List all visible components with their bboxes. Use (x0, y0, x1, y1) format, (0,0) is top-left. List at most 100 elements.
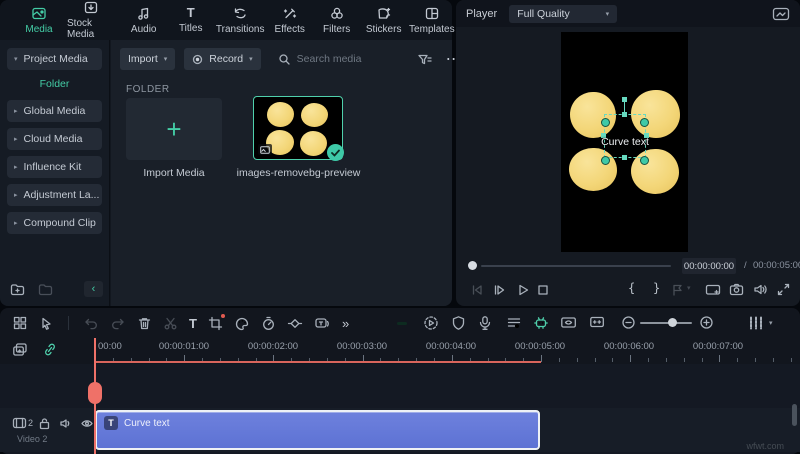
redo-icon[interactable] (110, 316, 126, 331)
more-tools-icon[interactable]: » (342, 316, 349, 331)
import-button[interactable]: Import ▾ (120, 48, 175, 70)
hide-track-icon[interactable] (80, 417, 94, 430)
scrubber-handle[interactable] (468, 261, 477, 270)
sidebar-item-influence-kit[interactable]: ▸ Influence Kit (7, 156, 102, 178)
zoom-in-icon[interactable] (699, 315, 714, 330)
tab-effects[interactable]: Effects (271, 6, 309, 35)
tab-transitions[interactable]: Transitions (219, 6, 262, 35)
preview-window-icon[interactable] (772, 7, 790, 21)
record-button[interactable]: Record ▾ (184, 48, 260, 70)
rotate-handle[interactable] (622, 97, 627, 102)
mark-out-button[interactable]: } (653, 281, 660, 295)
total-duration: 00:00:05:00 (753, 260, 800, 271)
track-manager-caret-icon[interactable]: ▾ (769, 319, 773, 327)
zoom-slider-track[interactable] (640, 322, 692, 324)
mute-track-icon[interactable] (59, 417, 73, 430)
crop-tool-icon[interactable] (208, 316, 223, 331)
delete-icon[interactable] (137, 316, 152, 331)
plus-icon: + (166, 116, 181, 142)
media-thumbnail[interactable] (253, 96, 343, 160)
tab-media[interactable]: Media (20, 6, 58, 35)
tab-label: Media (25, 24, 52, 35)
vertical-scrollbar[interactable] (792, 404, 797, 426)
media-view-grid-icon[interactable] (12, 315, 28, 331)
audio-mixer-icon[interactable] (506, 315, 522, 330)
color-palette-icon[interactable] (234, 316, 250, 331)
tab-stock-media[interactable]: Stock Media (67, 0, 116, 40)
fullscreen-icon[interactable] (777, 283, 790, 296)
zoom-out-icon[interactable] (621, 315, 636, 330)
timeline-tracks-area[interactable]: 2 Video 2 T Curve text wfwt.com (0, 364, 800, 454)
ai-assistant-robot-icon[interactable] (533, 315, 549, 331)
tab-titles[interactable]: T Titles (172, 6, 210, 34)
video-preview-canvas[interactable]: Curve text (561, 32, 688, 252)
import-media-tile[interactable]: + (126, 98, 222, 160)
voiceover-mic-icon[interactable] (478, 315, 492, 331)
tab-filters[interactable]: Filters (318, 6, 356, 35)
media-thumbnail-label: images-removebg-preview (211, 167, 386, 179)
auto-ripple-link-icon[interactable] (42, 342, 58, 357)
watermark-text: wfwt.com (746, 441, 784, 451)
marker-caret-icon[interactable]: ▾ (687, 284, 691, 292)
sidebar-item-cloud-media[interactable]: ▸ Cloud Media (7, 128, 102, 150)
text-to-speech-icon[interactable] (314, 316, 331, 331)
add-to-track-icon[interactable] (12, 342, 28, 357)
timeline-clip-curve-text[interactable]: T Curve text (95, 410, 540, 450)
ruler-label: 00:00:02:00 (243, 341, 303, 352)
timeline-ruler[interactable]: 00:00 00:00:01:00 00:00:02:00 00:00:03:0… (0, 338, 800, 364)
track-name: Video 2 (17, 434, 47, 444)
render-preview-icon[interactable] (423, 315, 439, 331)
preview-quality-eye-icon[interactable] (560, 315, 577, 330)
scrubber-track[interactable] (481, 265, 671, 267)
zoom-slider-handle[interactable] (668, 318, 677, 327)
volume-icon[interactable] (753, 283, 768, 296)
record-icon (192, 54, 203, 65)
clip-duration-line (95, 361, 541, 363)
tab-label: Transitions (216, 24, 265, 35)
previous-frame-button[interactable] (470, 283, 484, 297)
caret-down-icon: ▾ (249, 55, 253, 63)
mark-in-button[interactable]: { (628, 281, 635, 295)
play-button[interactable] (516, 283, 530, 297)
sidebar-item-project-media[interactable]: ▾ Project Media (7, 48, 102, 70)
curve-node-handle[interactable] (640, 118, 649, 127)
curve-node-handle[interactable] (601, 156, 610, 165)
sidebar-folder-selected[interactable]: Folder (7, 78, 102, 90)
text-tool-icon[interactable]: T (189, 316, 197, 331)
curve-node-handle[interactable] (640, 156, 649, 165)
track-header: 2 Video 2 (0, 408, 95, 452)
stop-button[interactable] (536, 283, 550, 297)
search-input[interactable] (297, 53, 417, 65)
shield-icon[interactable] (451, 315, 466, 331)
delete-folder-icon[interactable] (38, 283, 53, 296)
curve-node-handle[interactable] (601, 118, 610, 127)
keyframe-icon[interactable] (287, 316, 303, 331)
split-scissors-icon[interactable] (163, 316, 178, 331)
speed-stopwatch-icon[interactable] (261, 316, 276, 331)
ruler-label: 00:00:04:00 (421, 341, 481, 352)
fit-timeline-icon[interactable] (589, 315, 605, 329)
tab-stickers[interactable]: Stickers (365, 6, 403, 35)
sidebar-item-compound-clip[interactable]: ▸ Compound Clip (7, 212, 102, 234)
image-type-icon (258, 144, 272, 155)
ruler-label: 00:00 (98, 341, 138, 352)
selection-handle-top[interactable] (622, 112, 627, 117)
tab-templates[interactable]: Templates (412, 6, 452, 35)
collapse-sidebar-button[interactable]: ‹ (84, 281, 103, 297)
select-tool-icon[interactable] (39, 316, 54, 331)
marker-flag-icon[interactable] (671, 283, 684, 297)
mirror-display-icon[interactable] (705, 283, 721, 297)
selection-handle-bottom[interactable] (622, 155, 627, 160)
snapshot-camera-icon[interactable] (729, 283, 744, 296)
sidebar-item-adjustment-layer[interactable]: ▸ Adjustment La... (7, 184, 102, 206)
lock-track-icon[interactable] (38, 417, 51, 430)
new-folder-icon[interactable] (10, 283, 25, 296)
next-frame-button[interactable] (492, 283, 506, 297)
playhead-handle[interactable] (88, 382, 102, 404)
sidebar-item-global-media[interactable]: ▸ Global Media (7, 100, 102, 122)
tab-audio[interactable]: Audio (125, 6, 163, 35)
quality-dropdown[interactable]: Full Quality ▾ (509, 5, 617, 23)
filter-icon[interactable] (417, 53, 432, 66)
track-manager-icon[interactable] (748, 315, 764, 331)
undo-icon[interactable] (83, 316, 99, 331)
